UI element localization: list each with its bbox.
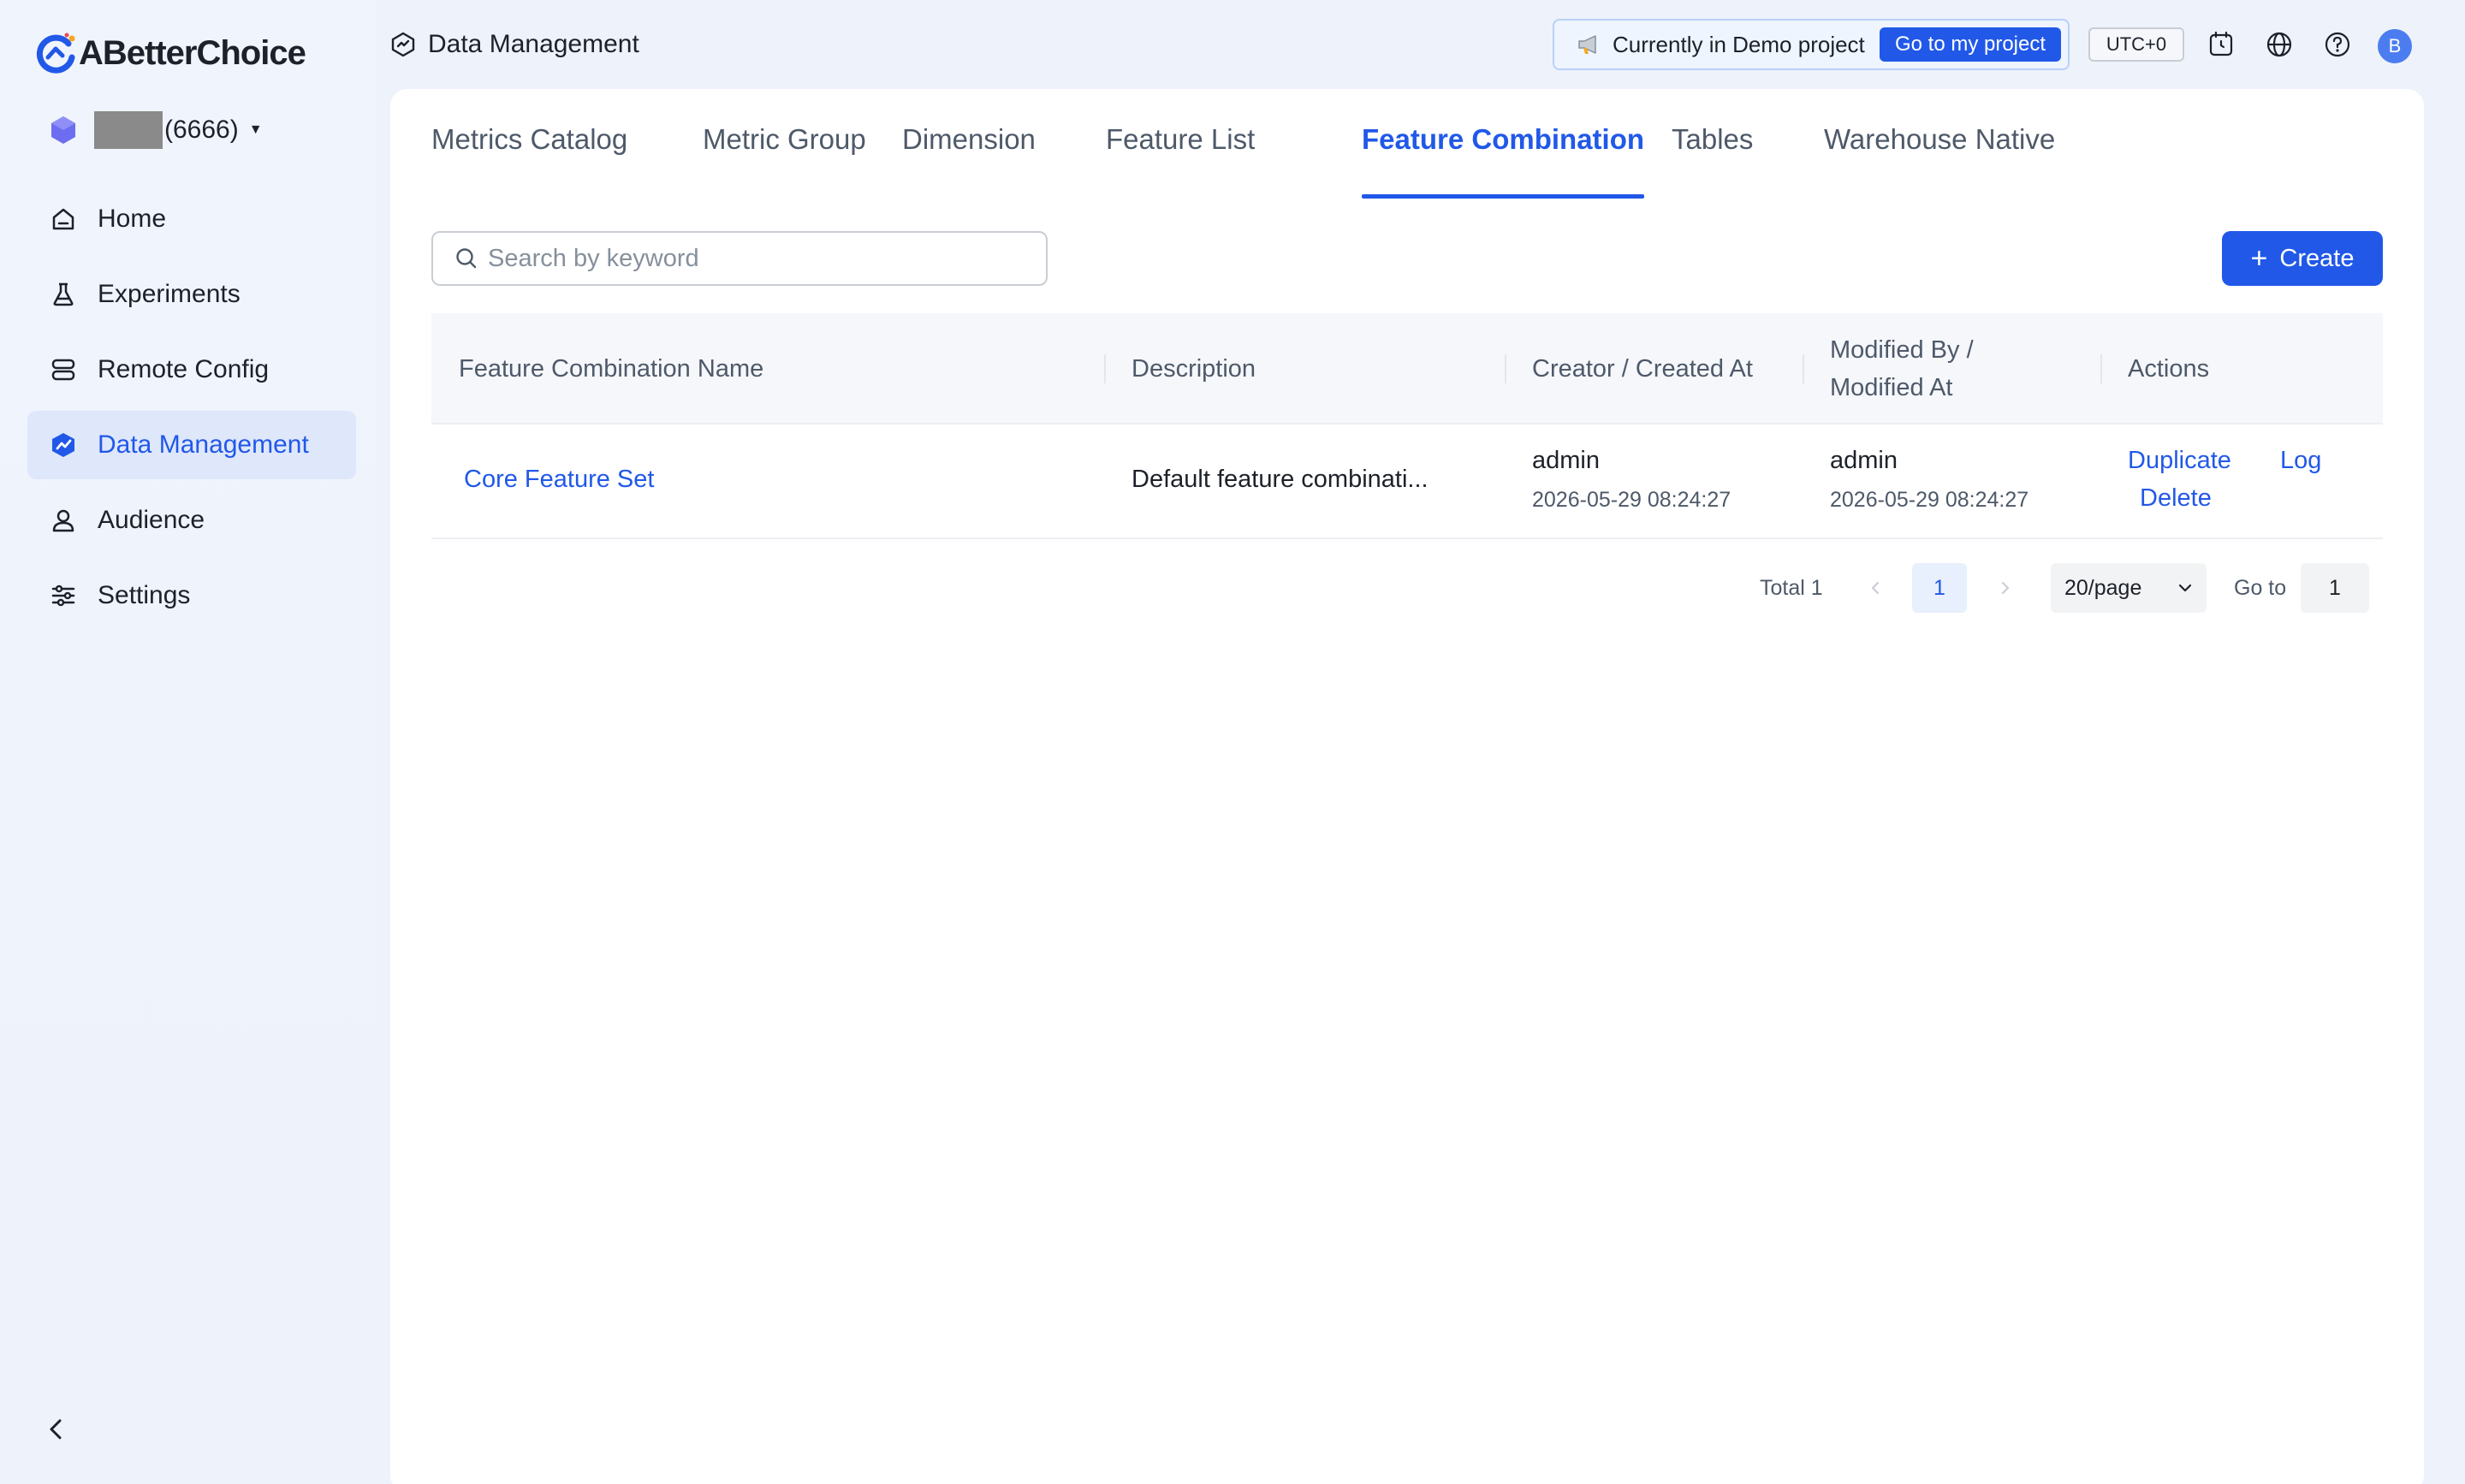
timezone-selector[interactable]: UTC+0 xyxy=(2088,27,2184,62)
tab-feature-combination[interactable]: Feature Combination xyxy=(1362,123,1645,199)
caret-down-icon: ▼ xyxy=(248,122,263,137)
sidebar-item-data-management[interactable]: Data Management xyxy=(27,411,356,479)
column-header-modified: Modified By / Modified At xyxy=(1830,313,1974,424)
chart-icon xyxy=(48,430,79,460)
home-icon xyxy=(48,204,79,234)
table-row: Core Feature Set Default feature combina… xyxy=(431,424,2383,539)
search-input[interactable] xyxy=(488,244,1019,273)
brand-name: ABetterChoice xyxy=(79,33,306,72)
duplicate-link[interactable]: Duplicate xyxy=(2128,447,2231,475)
collapse-sidebar-icon[interactable] xyxy=(43,1412,68,1446)
sidebar: ABetterChoice (6666) ▼ Home Experiments xyxy=(0,0,377,1484)
sidebar-item-home[interactable]: Home xyxy=(27,185,356,253)
log-link[interactable]: Log xyxy=(2280,447,2321,475)
clock-calendar-icon[interactable] xyxy=(2206,29,2236,60)
creator-cell: admin xyxy=(1532,447,1600,474)
demo-project-text: Currently in Demo project xyxy=(1613,31,1865,57)
chevron-down-icon xyxy=(2176,579,2195,597)
description-cell: Default feature combinati... xyxy=(1132,466,1429,493)
column-header-description: Description xyxy=(1132,355,1256,383)
search-box xyxy=(431,231,1048,286)
sidebar-item-label: Home xyxy=(98,205,167,233)
page-title: Data Management xyxy=(428,30,639,58)
create-button[interactable]: + Create xyxy=(2222,231,2383,286)
column-divider xyxy=(2100,354,2102,383)
modified-at-cell: 2026-05-29 08:24:27 xyxy=(1830,488,2029,512)
column-divider xyxy=(1803,354,1804,383)
project-id: (6666) xyxy=(164,116,239,144)
go-to-my-project-button[interactable]: Go to my project xyxy=(1880,27,2061,62)
help-icon[interactable] xyxy=(2322,29,2353,60)
page-size-value: 20/page xyxy=(2064,575,2142,600)
column-divider xyxy=(1505,354,1506,383)
tab-tables[interactable]: Tables xyxy=(1672,123,1753,199)
tab-warehouse-native[interactable]: Warehouse Native xyxy=(1824,123,2055,199)
flask-icon xyxy=(48,279,79,310)
goto-page-input[interactable]: 1 xyxy=(2301,563,2369,613)
avatar[interactable]: B xyxy=(2378,29,2412,63)
modified-by-cell: admin xyxy=(1830,447,1898,474)
pagination-total: Total 1 xyxy=(1760,575,1823,600)
plus-icon: + xyxy=(2250,242,2268,275)
sidebar-item-audience[interactable]: Audience xyxy=(27,486,356,555)
prev-page-icon[interactable] xyxy=(1850,563,1900,613)
sidebar-item-label: Audience xyxy=(98,506,205,534)
search-icon xyxy=(454,246,479,271)
sidebar-item-label: Experiments xyxy=(98,280,241,308)
page-1-button[interactable]: 1 xyxy=(1912,563,1967,613)
create-button-label: Create xyxy=(2279,244,2355,272)
sidebar-item-settings[interactable]: Settings xyxy=(27,561,356,630)
demo-project-banner: Currently in Demo project Go to my proje… xyxy=(1553,19,2070,70)
logo-mark-icon xyxy=(34,32,77,74)
megaphone-icon xyxy=(1577,33,1602,56)
tab-dimension[interactable]: Dimension xyxy=(902,123,1036,199)
sidebar-item-label: Data Management xyxy=(98,430,309,459)
column-header-modified-line2: Modified At xyxy=(1830,374,1953,401)
sidebar-item-label: Remote Config xyxy=(98,355,270,383)
goto-label: Go to xyxy=(2234,575,2287,600)
sidebar-item-experiments[interactable]: Experiments xyxy=(27,260,356,329)
data-management-icon xyxy=(390,32,416,57)
server-icon xyxy=(48,354,79,385)
page-size-select[interactable]: 20/page xyxy=(2051,563,2207,613)
column-header-modified-line1: Modified By / xyxy=(1830,336,1974,364)
breadcrumb: Data Management xyxy=(390,27,639,62)
project-switcher[interactable]: (6666) ▼ xyxy=(48,110,263,151)
sidebar-item-remote-config[interactable]: Remote Config xyxy=(27,335,356,404)
project-hexagon-icon xyxy=(48,115,79,145)
column-divider xyxy=(1104,354,1106,383)
logo: ABetterChoice xyxy=(34,31,306,75)
tab-metrics-catalog[interactable]: Metrics Catalog xyxy=(431,123,627,199)
column-header-actions: Actions xyxy=(2128,355,2210,383)
column-header-creator: Creator / Created At xyxy=(1532,355,1753,383)
column-header-name: Feature Combination Name xyxy=(459,355,764,383)
delete-link[interactable]: Delete xyxy=(2140,484,2212,513)
sidebar-item-label: Settings xyxy=(98,581,191,609)
main-content: Metrics Catalog Metric Group Dimension F… xyxy=(390,89,2424,1484)
table-header: Feature Combination Name Description Cre… xyxy=(431,313,2383,424)
globe-icon[interactable] xyxy=(2264,29,2295,60)
next-page-icon[interactable] xyxy=(1981,563,2030,613)
user-icon xyxy=(48,505,79,536)
feature-combination-name-link[interactable]: Core Feature Set xyxy=(464,466,654,494)
tab-metric-group[interactable]: Metric Group xyxy=(703,123,866,199)
tab-feature-list[interactable]: Feature List xyxy=(1106,123,1255,199)
sliders-icon xyxy=(48,580,79,611)
project-name-redacted xyxy=(94,111,163,149)
created-at-cell: 2026-05-29 08:24:27 xyxy=(1532,488,1731,512)
